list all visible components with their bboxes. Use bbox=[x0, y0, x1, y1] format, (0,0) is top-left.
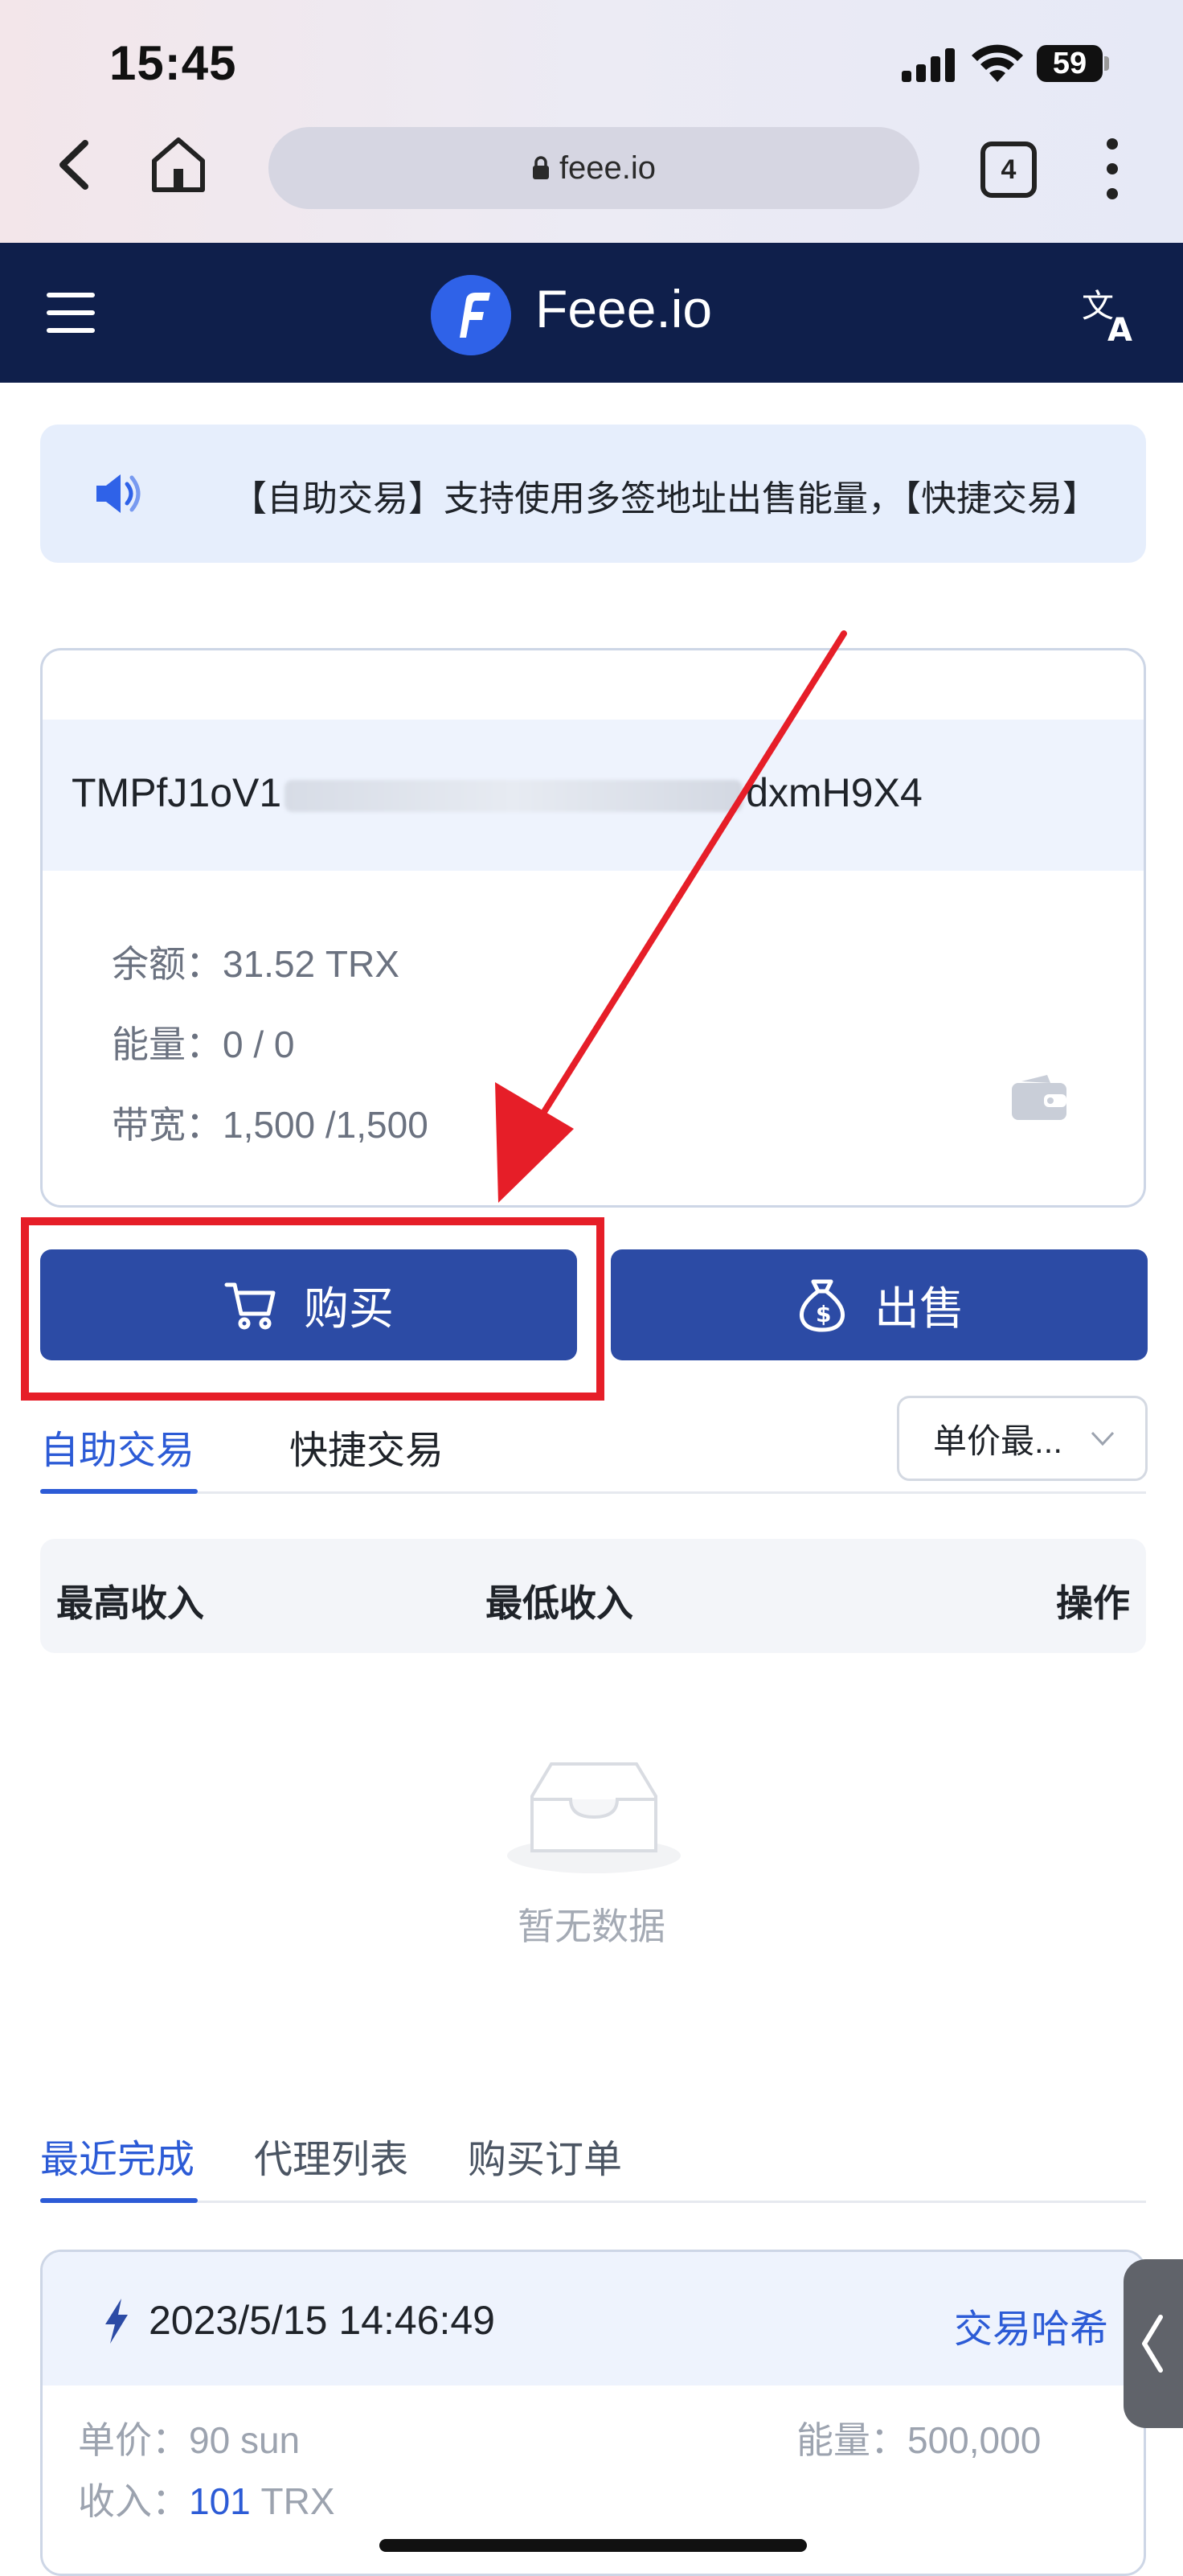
chevron-left-icon bbox=[1142, 2315, 1163, 2373]
empty-inbox-icon bbox=[507, 1762, 681, 1873]
recent-transaction-card: 2023/5/15 14:46:49 交易哈希 单价：90 sun 能量：500… bbox=[40, 2250, 1146, 2576]
unit-price-label: 单价： bbox=[78, 2419, 189, 2461]
url-text: feee.io bbox=[559, 150, 657, 186]
svg-text:A: A bbox=[1107, 312, 1132, 344]
speaker-icon bbox=[96, 474, 141, 513]
translate-icon[interactable]: 文 A bbox=[1080, 285, 1140, 344]
tab-agent-list[interactable]: 代理列表 bbox=[254, 2127, 408, 2184]
status-time: 15:45 bbox=[109, 36, 237, 90]
energy-label: 能量： bbox=[112, 1023, 223, 1065]
sell-button[interactable]: $ 出售 bbox=[611, 1249, 1148, 1360]
column-max-income: 最高收入 bbox=[56, 1582, 204, 1624]
wallet-address-prefix: TMPfJ1oV1 bbox=[72, 770, 282, 815]
chevron-down-icon bbox=[1091, 1431, 1115, 1446]
address-bar[interactable]: feee.io bbox=[268, 127, 919, 209]
history-tabs: 最近完成 代理列表 购买订单 bbox=[40, 2115, 1146, 2203]
wallet-address[interactable]: TMPfJ1oV1 dxmH9X4 bbox=[72, 769, 923, 816]
wallet-stats: 余额：31.52 TRX 能量：0 / 0 带宽：1,500 /1,500 bbox=[112, 924, 428, 1165]
income-label: 收入： bbox=[78, 2480, 189, 2522]
tab-switcher-button[interactable]: 4 bbox=[980, 142, 1037, 198]
income-row: 收入：101 TRX bbox=[78, 2472, 335, 2525]
balance-row: 余额：31.52 TRX bbox=[112, 924, 428, 1004]
recent-transaction-header: 2023/5/15 14:46:49 交易哈希 bbox=[43, 2252, 1144, 2385]
battery-level: 59 bbox=[1052, 47, 1087, 80]
transaction-time: 2023/5/15 14:46:49 bbox=[149, 2298, 495, 2343]
wallet-icon[interactable] bbox=[1010, 1073, 1068, 1122]
energy-row: 能量：0 / 0 bbox=[112, 1004, 428, 1085]
more-menu-button[interactable] bbox=[1103, 138, 1122, 199]
home-indicator bbox=[379, 2539, 807, 2552]
address-redaction bbox=[284, 779, 743, 812]
side-drawer-handle[interactable] bbox=[1124, 2259, 1183, 2428]
energy-amount-label: 能量： bbox=[796, 2419, 907, 2461]
money-bag-icon: $ bbox=[799, 1279, 845, 1332]
bandwidth-value: 1,500 /1,500 bbox=[223, 1104, 428, 1146]
sell-label: 出售 bbox=[874, 1282, 964, 1334]
unit-price-row: 单价：90 sun bbox=[78, 2411, 300, 2464]
transaction-hash-link[interactable]: 交易哈希 bbox=[954, 2297, 1108, 2353]
hamburger-menu-icon[interactable] bbox=[47, 293, 95, 333]
browser-chrome: 15:45 59 feee.io 4 bbox=[0, 0, 1183, 243]
wallet-address-suffix: dxmH9X4 bbox=[746, 770, 923, 815]
bandwidth-row: 带宽：1,500 /1,500 bbox=[112, 1085, 428, 1165]
wallet-address-band: TMPfJ1oV1 dxmH9X4 bbox=[43, 720, 1144, 871]
lock-icon bbox=[532, 156, 549, 179]
active-tab-indicator bbox=[40, 1489, 198, 1494]
bandwidth-label: 带宽： bbox=[112, 1104, 223, 1146]
tab-purchase-orders[interactable]: 购买订单 bbox=[468, 2127, 622, 2184]
income-value: 101 bbox=[189, 2480, 251, 2522]
wallet-card: TMPfJ1oV1 dxmH9X4 余额：31.52 TRX 能量：0 / 0 带… bbox=[40, 648, 1146, 1208]
sort-dropdown[interactable]: 单价最... bbox=[897, 1396, 1148, 1481]
balance-label: 余额： bbox=[112, 943, 223, 985]
unit-price-value: 90 sun bbox=[189, 2419, 301, 2461]
tab-self-trade[interactable]: 自助交易 bbox=[40, 1418, 194, 1475]
energy-value: 0 / 0 bbox=[223, 1023, 295, 1065]
site-header: Feee.io 文 A bbox=[0, 243, 1183, 383]
tab-recent-completed[interactable]: 最近完成 bbox=[40, 2127, 194, 2184]
battery-icon: 59 bbox=[1037, 45, 1109, 82]
announcement-banner: 【自助交易】支持使用多签地址出售能量，【快捷交易】 bbox=[40, 425, 1146, 563]
tab-quick-trade[interactable]: 快捷交易 bbox=[289, 1418, 444, 1475]
balance-value: 31.52 TRX bbox=[223, 943, 399, 985]
buy-button-highlight-box bbox=[21, 1217, 604, 1401]
svg-text:$: $ bbox=[816, 1301, 831, 1327]
active-tab-indicator bbox=[40, 2198, 198, 2203]
brand-name: Feee.io bbox=[535, 279, 713, 338]
announcement-text: 【自助交易】支持使用多签地址出售能量，【快捷交易】 bbox=[231, 479, 1098, 519]
column-action: 操作 bbox=[1056, 1582, 1130, 1624]
lightning-icon bbox=[105, 2299, 128, 2344]
wifi-icon bbox=[972, 44, 1023, 82]
column-min-income: 最低收入 bbox=[485, 1582, 633, 1624]
energy-amount-row: 能量：500,000 bbox=[796, 2411, 1041, 2464]
cellular-signal-icon bbox=[902, 47, 956, 82]
energy-amount-value: 500,000 bbox=[907, 2419, 1042, 2461]
sort-selected-value: 单价最... bbox=[933, 1421, 1063, 1460]
empty-state-text: 暂无数据 bbox=[518, 1905, 665, 1947]
income-unit: TRX bbox=[260, 2480, 335, 2522]
back-button[interactable] bbox=[53, 137, 98, 193]
brand-logo[interactable] bbox=[431, 275, 511, 355]
orders-table-header: 最高收入 最低收入 操作 bbox=[40, 1539, 1146, 1653]
home-button[interactable] bbox=[148, 133, 209, 195]
